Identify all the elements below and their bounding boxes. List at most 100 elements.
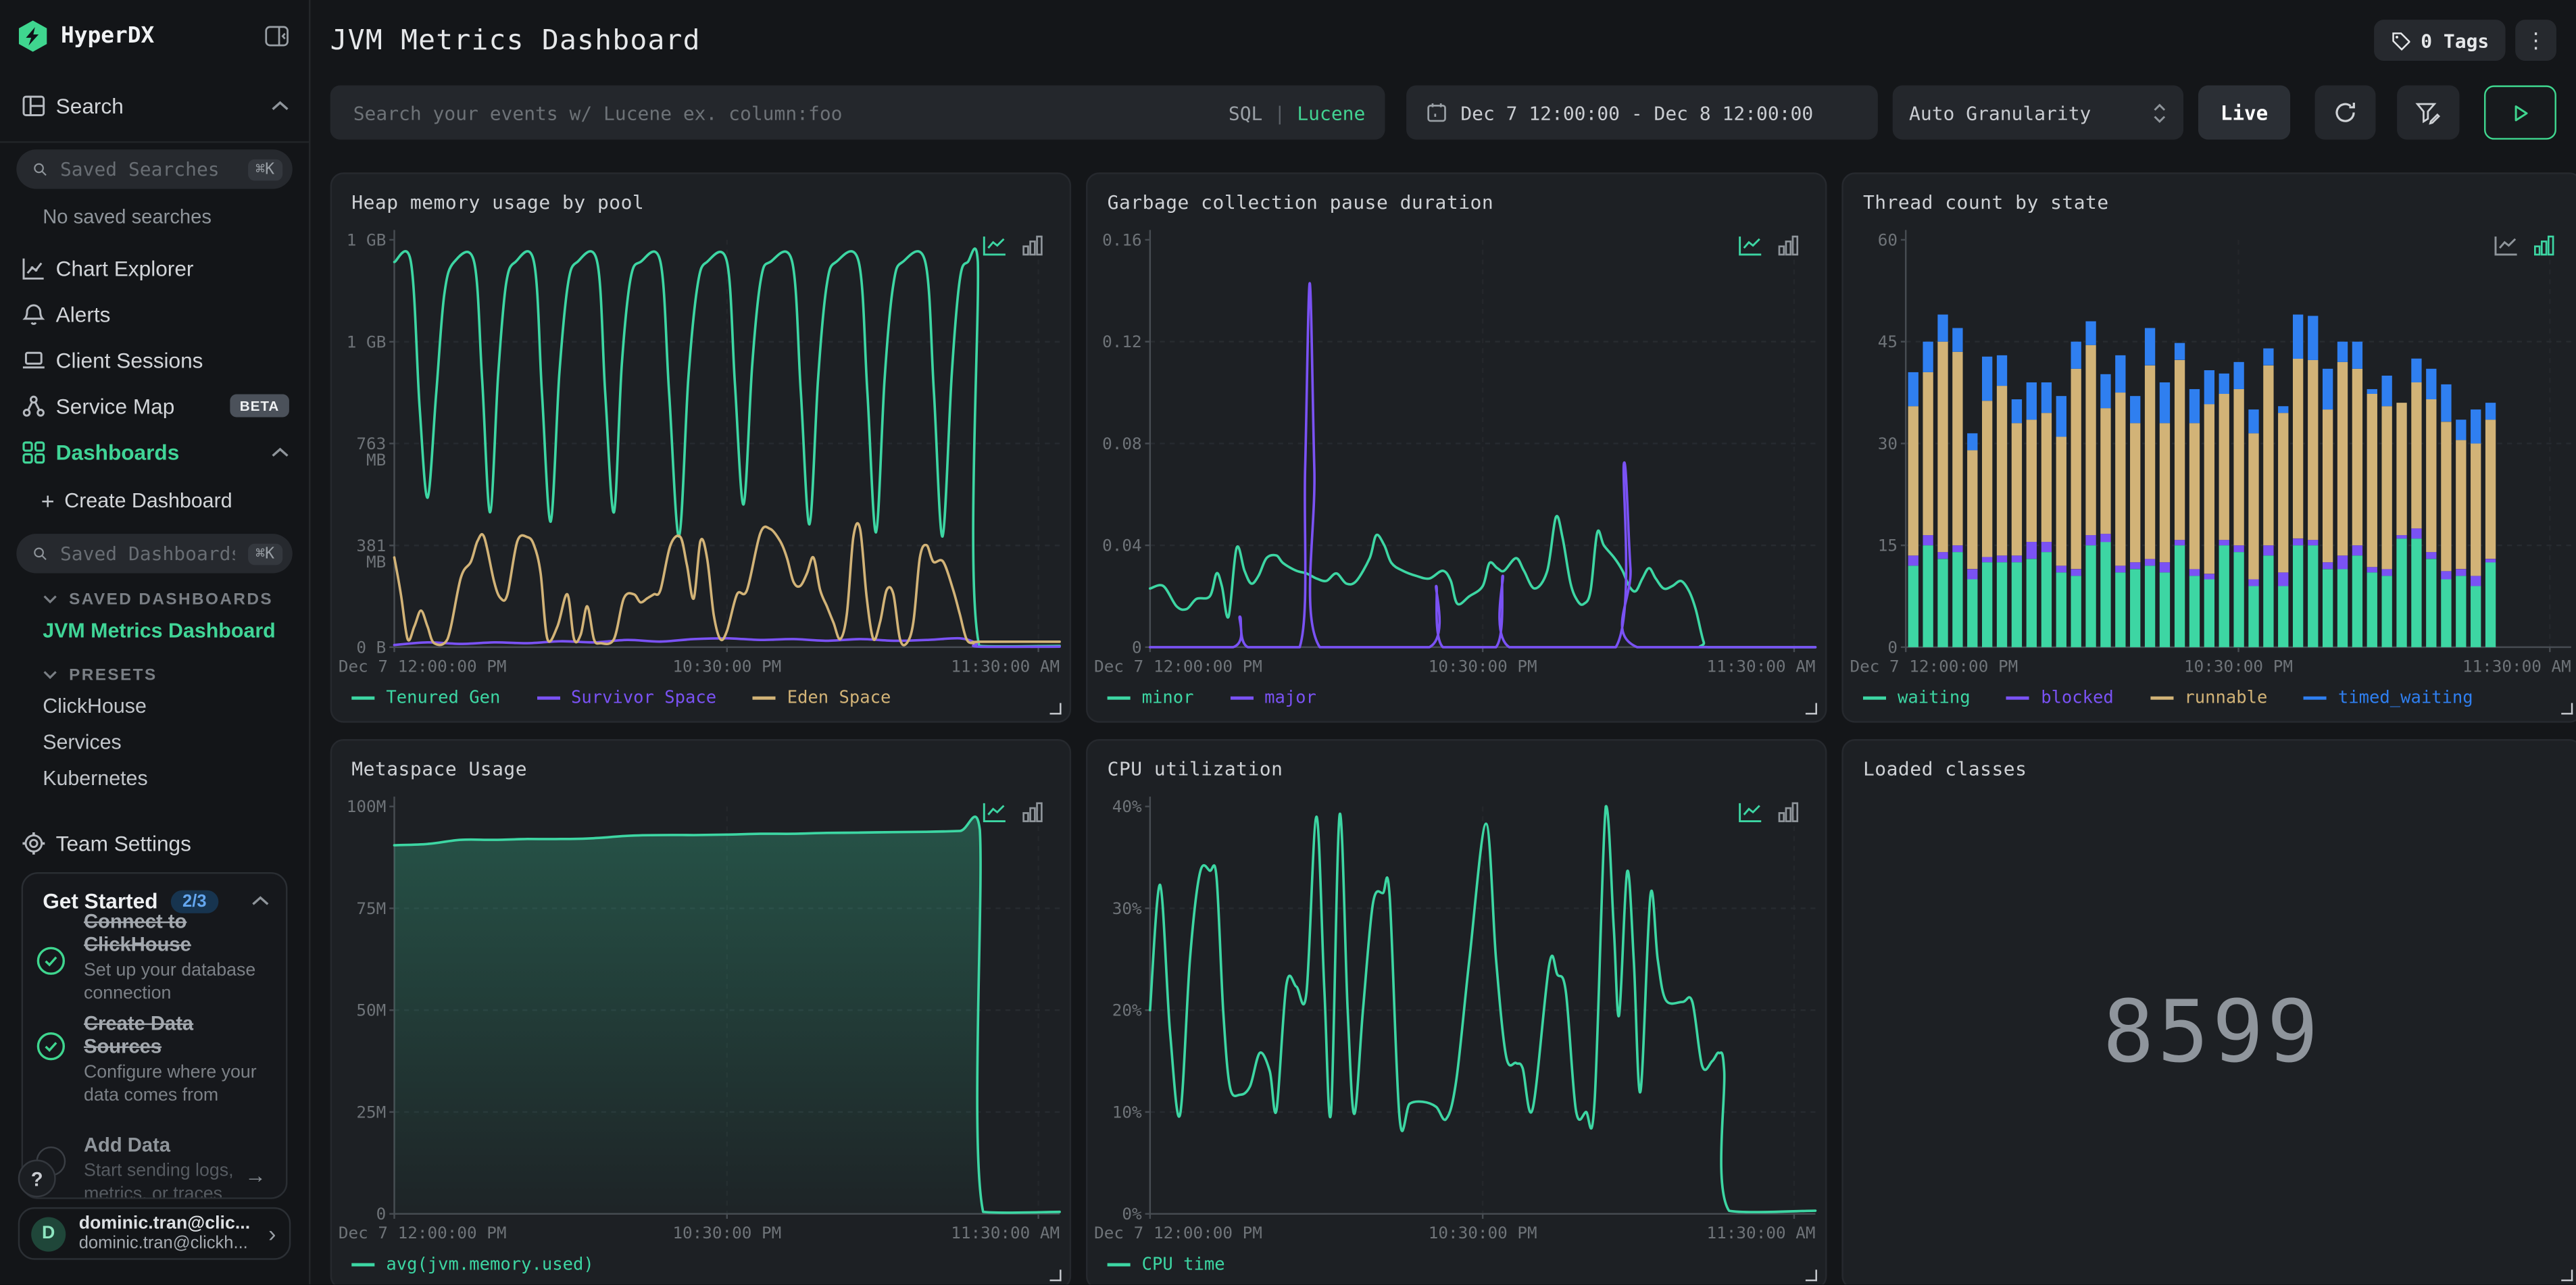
legend-item[interactable]: runnable [2150, 688, 2267, 708]
user-email-secondary: dominic.tran@clickh... [78, 1234, 248, 1254]
thread-count-chart[interactable]: 60 45 30 15 0Dec 7 12:00:00 PM 10:30:00 PM 11:… [1843, 174, 2576, 680]
svg-text:30: 30 [1878, 434, 1898, 453]
chevron-up-icon[interactable] [251, 895, 270, 907]
sidebar-item-dashboards[interactable]: Dashboards [0, 429, 309, 475]
legend-item[interactable]: blocked [2006, 688, 2114, 708]
sidebar-item-clickhouse[interactable]: ClickHouse [0, 692, 309, 722]
step-subtitle: Set up your database connection [83, 961, 256, 1005]
panel-title: CPU utilization [1107, 757, 1283, 780]
legend-item[interactable]: major [1230, 688, 1316, 708]
line-chart-icon[interactable] [1738, 235, 1762, 257]
bar-chart-icon[interactable] [1778, 801, 1800, 823]
sidebar-item-service-map[interactable]: Service Map BETA [0, 382, 309, 428]
legend-item[interactable]: Survivor Space [536, 688, 716, 708]
section-saved-dashboards[interactable]: SAVED DASHBOARDS [0, 586, 309, 613]
saved-dashboards-search[interactable]: ⌘K [16, 534, 293, 574]
event-search-input[interactable] [349, 99, 1216, 126]
lucene-toggle[interactable]: Lucene [1297, 101, 1365, 124]
line-chart-icon[interactable] [983, 801, 1007, 823]
tags-button[interactable]: 0 Tags [2375, 20, 2506, 61]
svg-text:25M: 25M [356, 1102, 386, 1122]
panel-title: Thread count by state [1862, 191, 2109, 214]
chevron-up-icon[interactable] [271, 99, 289, 111]
legend-label: minor [1141, 688, 1194, 708]
sidebar-item-alerts[interactable]: Alerts [0, 291, 309, 336]
legend-item[interactable]: CPU time [1107, 1255, 1225, 1275]
legend-item[interactable]: minor [1107, 688, 1194, 708]
sidebar: HyperDX Search ⌘K No s [0, 0, 311, 1285]
sql-toggle[interactable]: SQL [1229, 101, 1263, 124]
user-account-button[interactable]: D dominic.tran@clic... dominic.tran@clic… [18, 1207, 291, 1260]
sidebar-item-label: Client Sessions [55, 347, 203, 372]
legend-item[interactable]: timed_waiting [2303, 688, 2473, 708]
granularity-select[interactable]: Auto Granularity [1892, 85, 2184, 140]
legend-item[interactable]: waiting [1862, 688, 1971, 708]
refresh-button[interactable] [2314, 85, 2376, 140]
panel-resize-handle[interactable] [1805, 703, 1817, 715]
panel-resize-handle[interactable] [1049, 1269, 1062, 1282]
event-search-bar[interactable]: SQL | Lucene [330, 85, 1385, 140]
more-options-button[interactable]: ⋮ [2515, 20, 2556, 61]
svg-text:1 GB: 1 GB [347, 332, 387, 351]
panel-resize-handle[interactable] [1805, 1269, 1817, 1282]
svg-text:11:30:00 AM: 11:30:00 AM [2462, 656, 2571, 676]
create-dashboard-button[interactable]: + Create Dashboard [0, 484, 309, 518]
get-started-step-2[interactable]: Create Data Sources Configure where your… [84, 1012, 273, 1109]
legend-label: major [1264, 688, 1316, 708]
sidebar-item-team-settings[interactable]: Team Settings [0, 820, 309, 865]
filter-button[interactable] [2397, 85, 2460, 140]
saved-searches-input[interactable] [57, 155, 238, 182]
get-started-step-3[interactable]: Add Data Start sending logs, metrics, or… [84, 1134, 243, 1198]
date-range-picker[interactable]: Dec 7 12:00:00 - Dec 8 12:00:00 [1406, 85, 1878, 140]
legend-item[interactable]: Eden Space [752, 688, 891, 708]
sidebar-item-client-sessions[interactable]: Client Sessions [0, 336, 309, 382]
bar-chart-icon[interactable] [1022, 235, 1043, 257]
sidebar-item-jvm-metrics-dashboard[interactable]: JVM Metrics Dashboard [0, 616, 309, 646]
sidebar-item-search[interactable]: Search [0, 82, 309, 128]
line-chart-icon[interactable] [2494, 235, 2519, 257]
panel-resize-handle[interactable] [2561, 1269, 2573, 1282]
svg-text:100M: 100M [347, 797, 387, 816]
bar-chart-icon[interactable] [1022, 801, 1043, 823]
sidebar-header: HyperDX [0, 0, 309, 56]
heap-memory-chart[interactable]: 1 GB1 GB763MB381MB0 BDec 7 12:00:00 PM 10… [332, 174, 1070, 680]
line-chart-icon[interactable] [983, 235, 1007, 257]
svg-text:40%: 40% [1112, 797, 1142, 816]
svg-text:11:30:00 AM: 11:30:00 AM [951, 656, 1060, 676]
sidebar-item-label: Dashboards [55, 439, 180, 464]
create-dashboard-label: Create Dashboard [64, 489, 232, 513]
get-started-step-1[interactable]: Connect to ClickHouse Set up your databa… [84, 910, 273, 1007]
live-button[interactable]: Live [2198, 85, 2291, 140]
saved-dashboards-input[interactable] [57, 540, 238, 567]
hyperdx-logo-icon [18, 20, 47, 51]
sidebar-collapse-icon[interactable] [264, 24, 289, 47]
bar-chart-icon[interactable] [1778, 235, 1800, 257]
svg-text:75M: 75M [356, 899, 386, 918]
svg-text:0.04: 0.04 [1102, 536, 1142, 555]
chevron-up-icon[interactable] [271, 446, 289, 457]
panel-thread-count: Thread count by state 60 45 30 15 0 Dec 7 12:… [1841, 172, 2576, 723]
laptop-icon [22, 351, 45, 368]
legend-label: waiting [1898, 688, 1971, 708]
sidebar-item-services[interactable]: Services [0, 728, 309, 757]
bar-chart-icon[interactable] [2533, 235, 2555, 257]
section-presets[interactable]: PRESETS [0, 662, 309, 688]
app-title: HyperDX [60, 22, 155, 49]
page-title: JVM Metrics Dashboard [330, 24, 701, 57]
legend-item[interactable]: Tenured Gen [351, 688, 500, 708]
chevron-down-icon [43, 671, 57, 680]
gc-pause-chart[interactable]: 0.16 0.12 0.08 0.04 0Dec 7 12:00:00 PM 10:30:… [1087, 174, 1825, 680]
section-label: PRESETS [69, 665, 157, 684]
panel-resize-handle[interactable] [2561, 703, 2573, 715]
line-chart-icon[interactable] [1738, 801, 1762, 823]
cpu-chart[interactable]: 40% 30% 20% 10% 0%Dec 7 12:00:00 PM 10:30:00 … [1087, 740, 1825, 1246]
svg-text:0.16: 0.16 [1102, 230, 1142, 249]
sidebar-item-chart-explorer[interactable]: Chart Explorer [0, 245, 309, 291]
panel-resize-handle[interactable] [1049, 703, 1062, 715]
saved-searches-search[interactable]: ⌘K [16, 149, 293, 189]
metaspace-chart[interactable]: 100M 75M 50M 25M 0Dec 7 12:00:00 PM 10:30:00 … [332, 740, 1070, 1246]
sidebar-item-kubernetes[interactable]: Kubernetes [0, 764, 309, 794]
run-query-button[interactable] [2483, 85, 2556, 140]
legend-item[interactable]: avg(jvm.memory.used) [351, 1255, 594, 1275]
help-button[interactable]: ? [18, 1159, 56, 1198]
